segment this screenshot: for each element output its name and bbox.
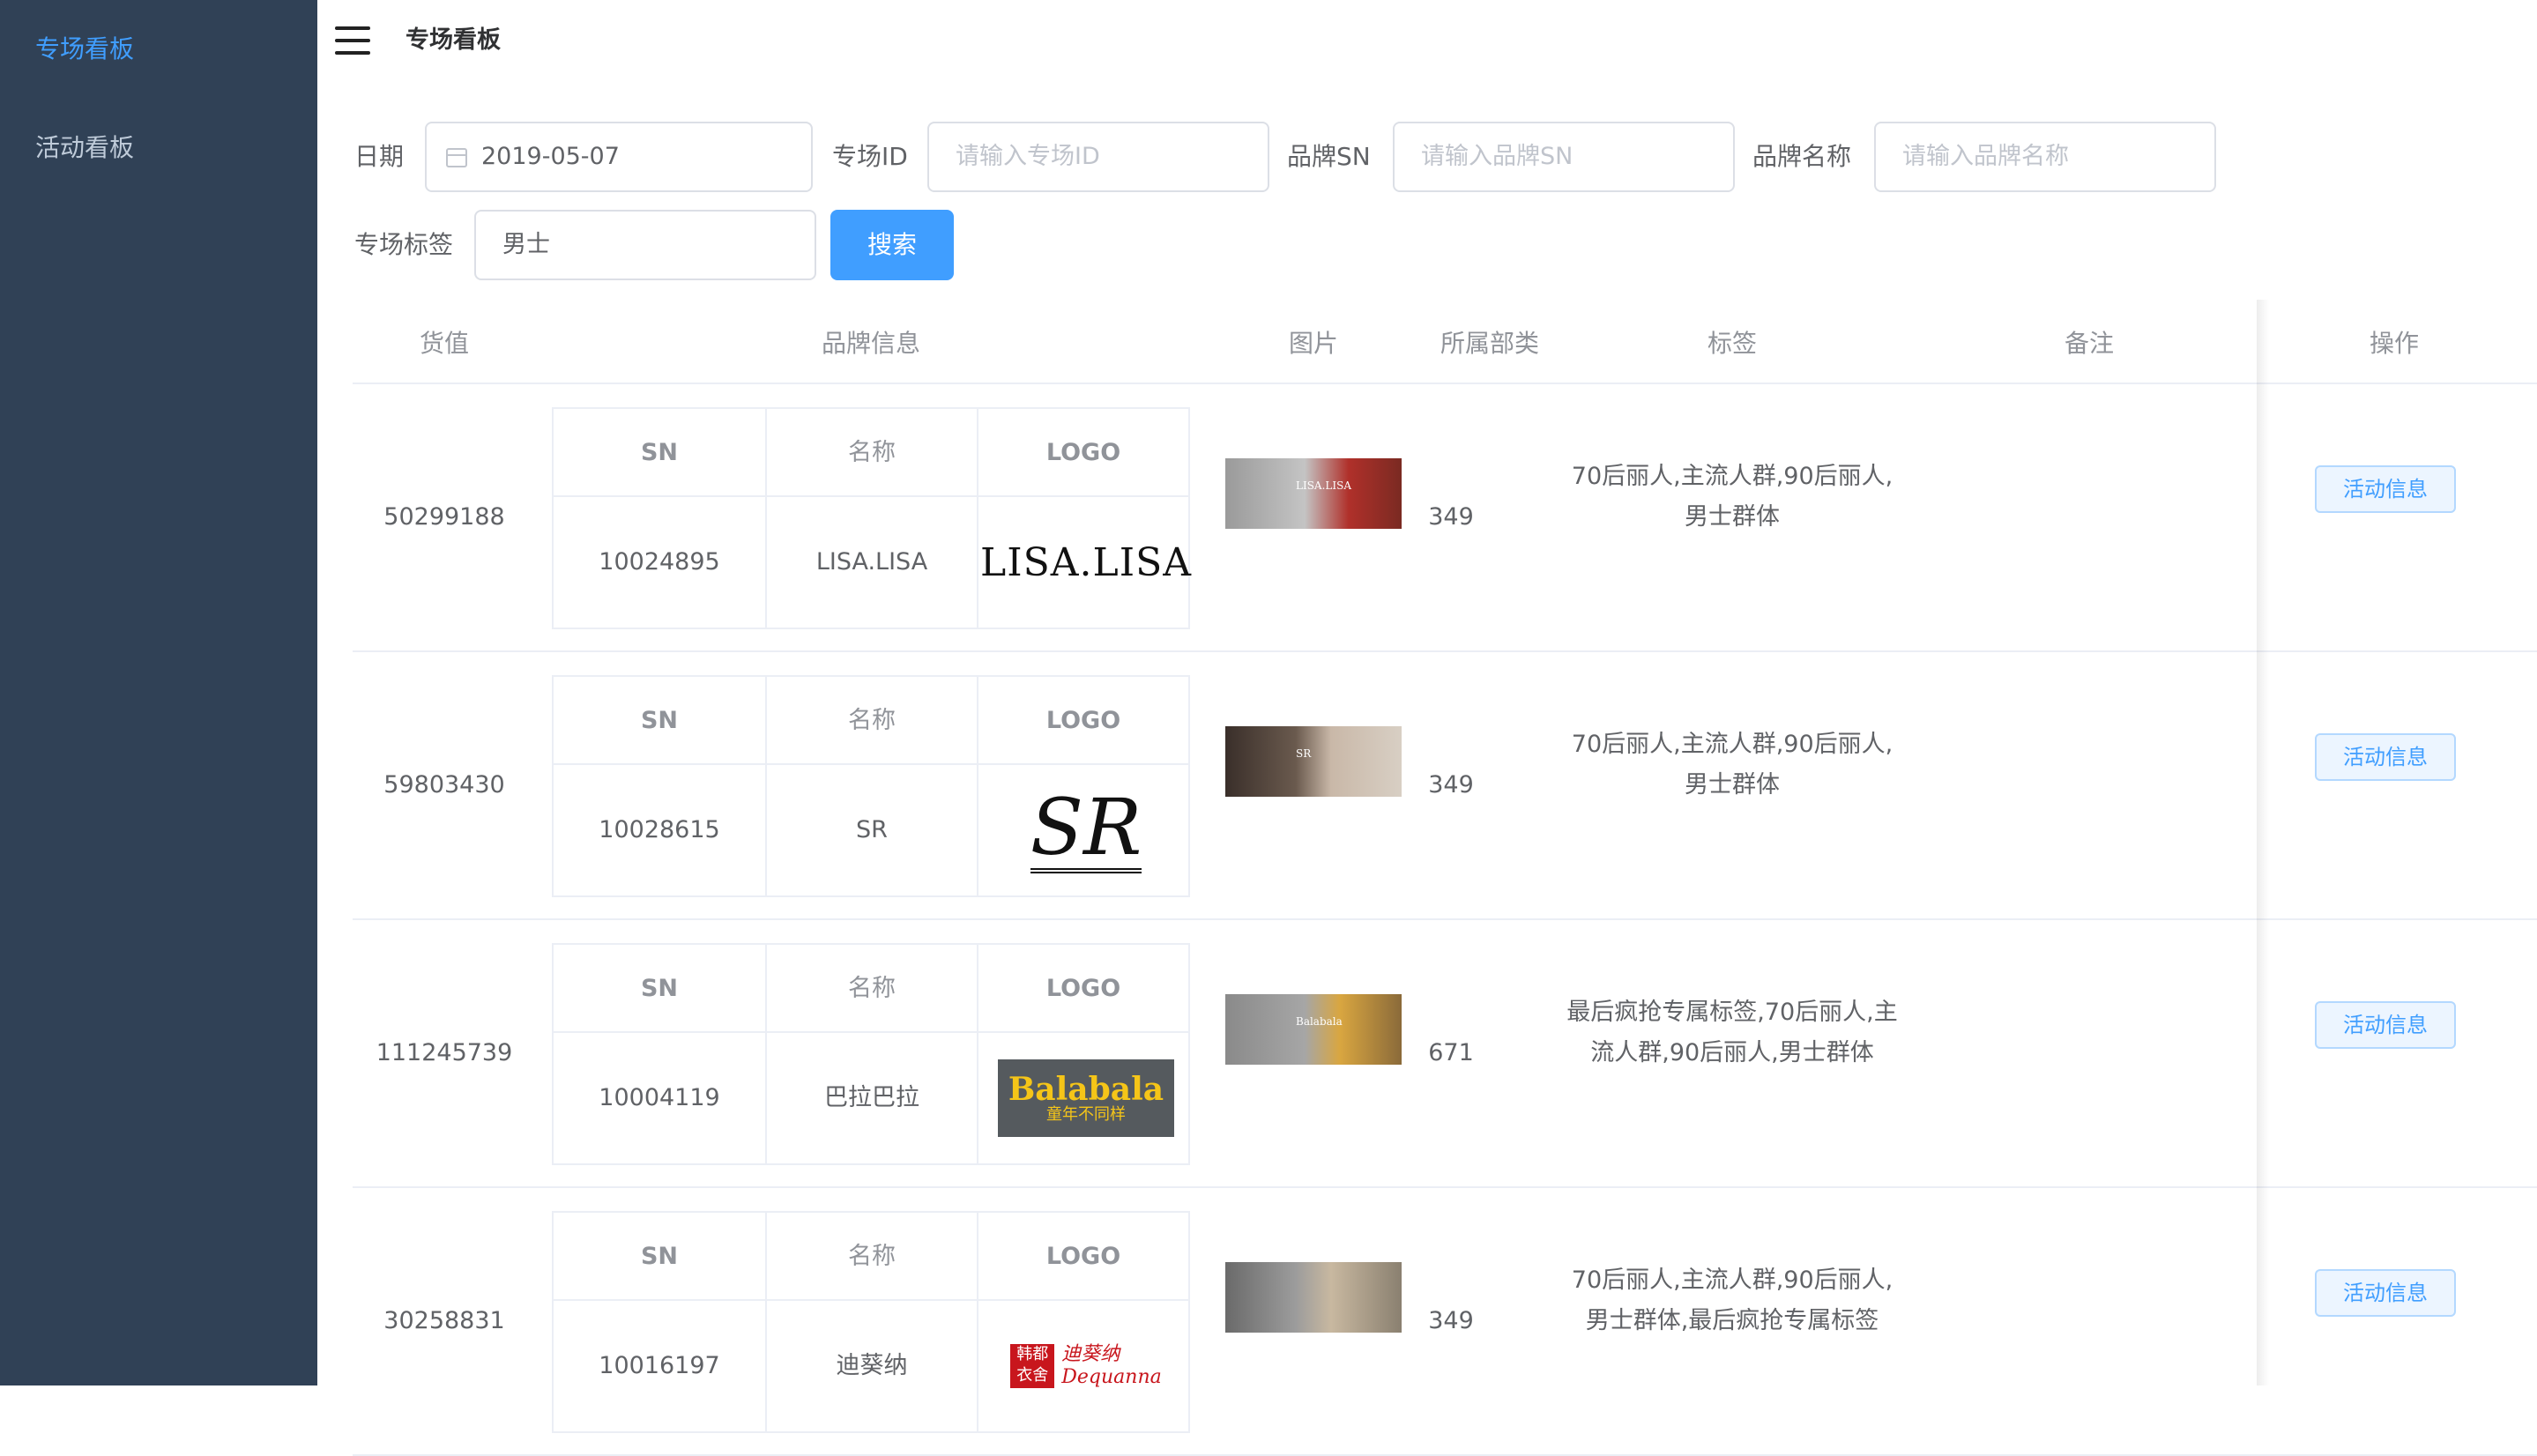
date-label: 日期 [354, 142, 405, 171]
thumb-text: LISA.LISA [1296, 479, 1352, 492]
brand-info-table: SN 10024895 名称 LISA.LISA LOGO LISA.LISA [552, 407, 1191, 629]
table-row: 111245739 SN 10004119 名称巴拉巴拉 LOGO Balabal… [353, 920, 2537, 1188]
logo-text: Balabala [1008, 1071, 1164, 1108]
col-header-image: 图片 [1288, 329, 1338, 358]
brand-header-logo: LOGO [978, 945, 1188, 1033]
calendar-icon [446, 148, 467, 167]
table-row: 59803430 SN 10028615 名称 SR LOGO SR SR 349 … [353, 652, 2537, 920]
logo-subtext: Dequanna [1061, 1366, 1162, 1388]
balabala-logo: Balabala 童年不同样 [998, 1059, 1174, 1137]
brand-header-name: 名称 [767, 409, 977, 497]
dequanna-logo: 韩都衣舍 迪葵纳 Dequanna [1010, 1343, 1162, 1389]
sidebar: 专场看板 活动看板 [0, 0, 317, 1385]
thumb-text: Balabala [1296, 1015, 1343, 1028]
activity-info-button[interactable]: 活动信息 [2315, 465, 2456, 513]
brand-info-table: SN 10016197 名称 迪葵纳 LOGO 韩都衣舍 迪葵纳 Dequanna [552, 1211, 1190, 1433]
thumb-text: SR [1296, 747, 1312, 760]
date-picker[interactable]: 2019-05-07 [425, 122, 813, 192]
table-row: 30258831 SN 10016197 名称 迪葵纳 LOGO 韩都衣舍 迪葵纳 D… [353, 1188, 2537, 1456]
sidebar-item-special-board[interactable]: 专场看板 [35, 32, 134, 67]
cell-category: 349 [1428, 503, 1474, 531]
brand-name: 迪葵纳 [836, 1352, 908, 1379]
tag-input[interactable]: 男士 [474, 210, 816, 280]
brand-header-sn: SN [554, 1213, 765, 1301]
brand-logo: LISA.LISA [980, 515, 1191, 610]
cell-tags: 70后丽人,主流人群,90后丽人,男士群体,最后疯抢专属标签 [1571, 1267, 1893, 1334]
page-title: 专场看板 [405, 26, 501, 54]
brand-header-name: 名称 [767, 677, 977, 765]
brand-info-table: SN 10028615 名称 SR LOGO SR [552, 675, 1190, 897]
brand-logo: Balabala 童年不同样 [996, 1051, 1176, 1146]
brand-header-logo: LOGO [978, 1213, 1188, 1301]
brand-header-sn: SN [554, 945, 765, 1033]
brand-sn-label: 品牌SN [1287, 142, 1371, 171]
brand-name-input[interactable]: 请输入品牌名称 [1874, 122, 2216, 192]
brand-sn: 10004119 [599, 1084, 720, 1111]
sidebar-item-activity-board[interactable]: 活动看板 [35, 130, 134, 166]
brand-header-name: 名称 [767, 945, 977, 1033]
brand-sn: 10024895 [599, 548, 720, 576]
activity-info-button[interactable]: 活动信息 [2315, 1269, 2456, 1317]
special-image: LISA.LISA [1225, 458, 1402, 529]
hamburger-menu-icon[interactable] [335, 26, 370, 56]
cell-value: 111245739 [376, 1039, 513, 1066]
brand-header-name: 名称 [767, 1213, 977, 1301]
cell-value: 59803430 [383, 771, 505, 799]
tag-label: 专场标签 [354, 230, 454, 259]
brand-header-logo: LOGO [978, 409, 1188, 497]
special-image: Balabala [1225, 994, 1402, 1065]
activity-info-button[interactable]: 活动信息 [2315, 733, 2456, 781]
cell-tags: 70后丽人,主流人群,90后丽人,男士群体 [1571, 731, 1893, 799]
cell-tags: 70后丽人,主流人群,90后丽人,男士群体 [1571, 463, 1893, 531]
brand-header-sn: SN [554, 409, 765, 497]
cell-value: 30258831 [383, 1307, 505, 1334]
brand-header-sn: SN [554, 677, 765, 765]
date-value: 2019-05-07 [481, 143, 620, 170]
brand-header-logo: LOGO [978, 677, 1188, 765]
brand-logo: 韩都衣舍 迪葵纳 Dequanna [996, 1319, 1176, 1414]
cell-category: 349 [1428, 1307, 1474, 1334]
special-id-label: 专场ID [832, 142, 908, 171]
cell-tags: 最后疯抢专属标签,70后丽人,主流人群,90后丽人,男士群体 [1566, 999, 1898, 1066]
brand-logo: SR [996, 783, 1176, 878]
cell-category: 349 [1428, 771, 1474, 799]
col-header-category: 所属部类 [1440, 329, 1539, 358]
brand-name-label: 品牌名称 [1752, 142, 1852, 171]
col-header-action: 操作 [2369, 329, 2419, 358]
table-row: 50299188 SN 10024895 名称 LISA.LISA LOGO LIS… [353, 384, 2537, 652]
cell-value: 50299188 [383, 503, 505, 531]
header: 专场看板 [317, 0, 2537, 85]
search-button[interactable]: 搜索 [830, 210, 954, 280]
brand-info-table: SN 10004119 名称巴拉巴拉 LOGO Balabala 童年不同样 [552, 943, 1190, 1165]
cell-category: 671 [1428, 1039, 1474, 1066]
brand-sn: 10028615 [599, 816, 720, 843]
brand-name: LISA.LISA [815, 548, 928, 576]
logo-text: SR [1030, 782, 1142, 873]
logo-text: LISA.LISA [979, 539, 1193, 585]
activity-info-button[interactable]: 活动信息 [2315, 1001, 2456, 1049]
special-image: SR [1225, 726, 1402, 797]
logo-text: 迪葵纳 [1061, 1343, 1120, 1365]
logo-subtext: 童年不同样 [1046, 1105, 1126, 1124]
brand-sn-input[interactable]: 请输入品牌SN [1393, 122, 1735, 192]
special-id-input[interactable]: 请输入专场ID [927, 122, 1269, 192]
special-image [1225, 1262, 1402, 1333]
logo-seal: 韩都衣舍 [1010, 1344, 1055, 1388]
fixed-column-shadow [2257, 300, 2269, 1385]
col-header-remark: 备注 [2064, 329, 2114, 358]
col-header-brand: 品牌信息 [821, 329, 920, 358]
brand-name: SR [856, 816, 888, 843]
col-header-value: 货值 [419, 329, 469, 358]
brand-name: 巴拉巴拉 [824, 1084, 919, 1111]
col-header-tags: 标签 [1707, 329, 1757, 358]
brand-sn: 10016197 [599, 1352, 720, 1379]
